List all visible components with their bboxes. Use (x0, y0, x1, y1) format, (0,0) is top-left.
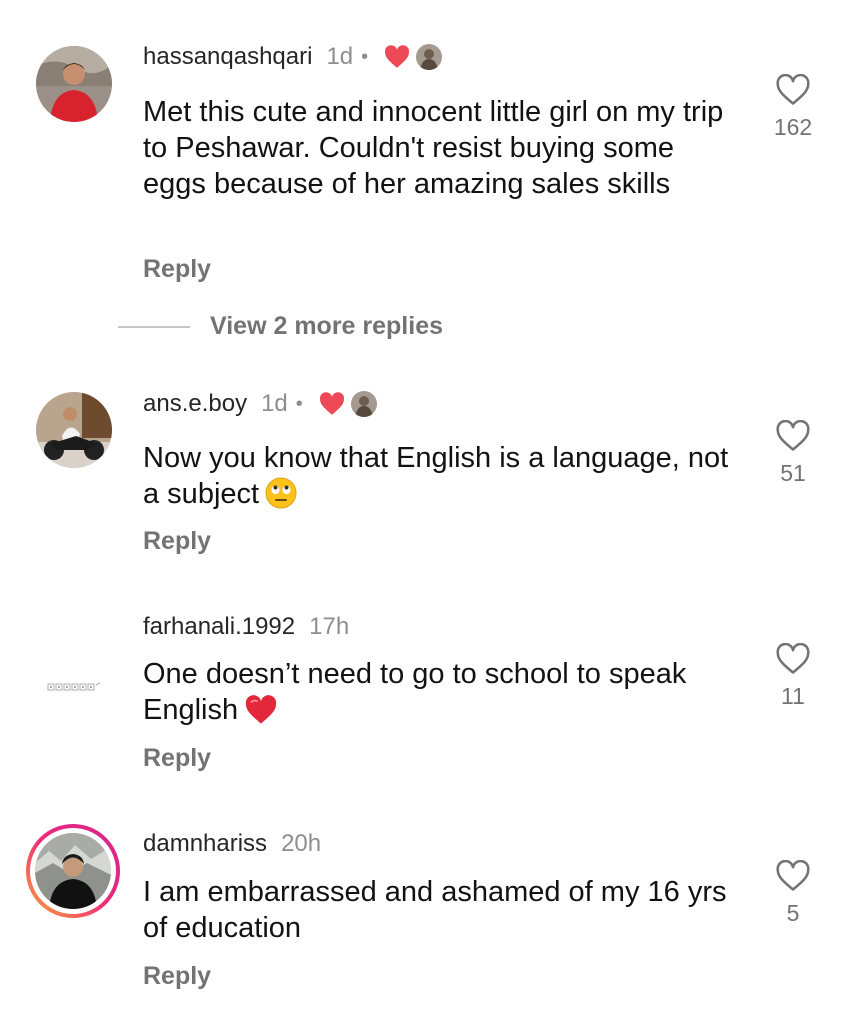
heart-outline-icon[interactable] (776, 643, 810, 675)
creator-avatar (350, 391, 377, 417)
comment-text-body: Now you know that English is a language,… (143, 442, 729, 510)
avatar[interactable] (36, 46, 112, 122)
comment-text: I am embarrassed and ashamed of my 16 yr… (143, 876, 727, 944)
comment-text: Now you know that English is a language,… (143, 440, 743, 518)
comment-timestamp: 1d (261, 390, 288, 417)
comment-timestamp: 17h (309, 613, 350, 640)
like-count: 162 (773, 114, 813, 140)
separator-dot: • (361, 46, 369, 68)
reply-button[interactable]: Reply (143, 961, 211, 991)
like-count: 5 (786, 900, 800, 926)
comment-text-body: One doesn’t need to go to school to spea… (143, 658, 687, 726)
comment-text: One doesn’t need to go to school to spea… (143, 656, 743, 734)
comment-username[interactable]: damnhariss (143, 829, 267, 859)
comment-username[interactable]: ans.e.boy (143, 389, 247, 419)
creator-liked-heart-icon (319, 392, 345, 416)
avatar[interactable] (36, 649, 112, 725)
comment-text: Met this cute and innocent little girl o… (143, 96, 724, 200)
reply-button[interactable]: Reply (143, 254, 211, 284)
reply-button[interactable]: Reply (143, 743, 211, 773)
like-button[interactable]: 51 (760, 420, 826, 487)
like-button[interactable]: 5 (760, 860, 826, 927)
divider-line (118, 325, 190, 328)
reply-button[interactable]: Reply (143, 526, 211, 556)
like-button[interactable]: 11 (760, 643, 826, 710)
like-count: 11 (781, 683, 805, 709)
red-heart-emoji-icon (244, 695, 278, 734)
comment-username[interactable]: farhanali.1992 (143, 612, 295, 642)
like-count: 51 (780, 460, 806, 486)
avatar[interactable] (36, 392, 112, 468)
creator-liked-heart-icon (384, 45, 410, 69)
heart-outline-icon[interactable] (776, 420, 810, 452)
view-replies-label[interactable]: View 2 more replies (210, 312, 443, 341)
heart-outline-icon[interactable] (776, 74, 810, 106)
heart-outline-icon[interactable] (776, 860, 810, 892)
comment-timestamp: 1d (326, 43, 354, 70)
rolling-eyes-emoji-icon (265, 477, 297, 518)
comment-timestamp: 20h (281, 830, 322, 857)
like-button[interactable]: 162 (760, 74, 826, 141)
avatar[interactable] (35, 833, 111, 909)
view-more-replies-button[interactable]: View 2 more replies (118, 312, 443, 341)
separator-dot: • (295, 393, 303, 415)
comment-username[interactable]: hassanqashqari (143, 42, 312, 72)
creator-avatar (416, 44, 443, 70)
